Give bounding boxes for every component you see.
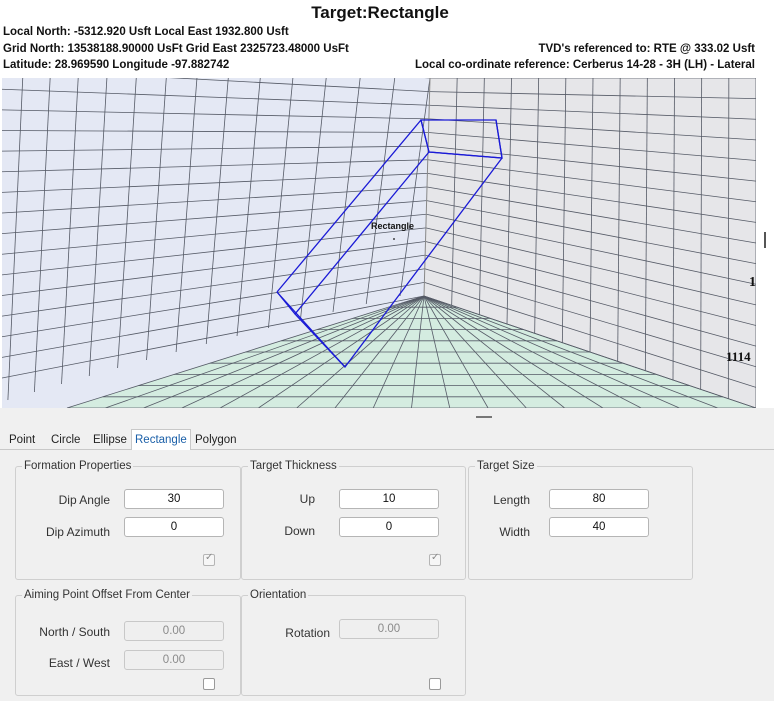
local-coordinates: Local North: -5312.920 Usft Local East 1… bbox=[3, 26, 289, 38]
target-3d-viewer: Target:Rectangle Local North: -5312.920 … bbox=[0, 0, 774, 410]
tab-point[interactable]: Point bbox=[9, 432, 35, 449]
tab-circle[interactable]: Circle bbox=[51, 432, 80, 449]
splitter-grip-icon[interactable] bbox=[476, 416, 492, 418]
3d-scene[interactable]: Rectangle 1 1114 bbox=[2, 78, 756, 408]
rotation-label: Rotation bbox=[285, 626, 330, 640]
check-icon: ✓ bbox=[431, 552, 440, 563]
group-title: Target Thickness bbox=[248, 460, 339, 472]
north-south-label: North / South bbox=[39, 625, 110, 639]
dip-angle-input[interactable] bbox=[124, 489, 224, 509]
east-west-input[interactable] bbox=[124, 650, 224, 670]
down-input[interactable] bbox=[339, 517, 439, 537]
down-label: Down bbox=[284, 524, 315, 538]
group-title: Aiming Point Offset From Center bbox=[22, 589, 192, 601]
offset-checkbox[interactable] bbox=[203, 678, 215, 690]
target-center-dot bbox=[393, 238, 395, 240]
target-shape-tabs: Point Circle Ellipse Rectangle Polygon bbox=[0, 429, 774, 450]
group-title: Target Size bbox=[475, 460, 537, 472]
axis-label: 1114 bbox=[726, 349, 751, 364]
group-title: Orientation bbox=[248, 589, 309, 601]
scroll-grip[interactable] bbox=[764, 232, 766, 248]
group-title: Formation Properties bbox=[22, 460, 134, 472]
aiming-point-offset-group: Aiming Point Offset From Center North / … bbox=[15, 589, 241, 696]
thickness-checkbox[interactable]: ✓ bbox=[429, 552, 441, 566]
splitter[interactable] bbox=[0, 408, 774, 424]
up-input[interactable] bbox=[339, 489, 439, 509]
tab-rectangle[interactable]: Rectangle bbox=[131, 429, 191, 450]
length-input[interactable] bbox=[549, 489, 649, 509]
grid-coordinates: Grid North: 13538188.90000 UsFt Grid Eas… bbox=[3, 43, 349, 55]
rotation-input[interactable] bbox=[339, 619, 439, 639]
length-label: Length bbox=[493, 493, 530, 507]
axis-label: 1 bbox=[749, 275, 756, 290]
north-south-input[interactable] bbox=[124, 621, 224, 641]
latitude-longitude: Latitude: 28.969590 Longitude -97.882742 bbox=[3, 59, 230, 71]
orientation-group: Orientation Rotation bbox=[241, 589, 466, 696]
tab-ellipse[interactable]: Ellipse bbox=[93, 432, 127, 449]
tvd-reference: TVD's referenced to: RTE @ 333.02 Usft bbox=[538, 43, 755, 55]
width-input[interactable] bbox=[549, 517, 649, 537]
tab-polygon[interactable]: Polygon bbox=[195, 432, 237, 449]
local-coordinate-reference: Local co-ordinate reference: Cerberus 14… bbox=[415, 59, 755, 71]
viewer-title: Target:Rectangle bbox=[311, 3, 449, 22]
target-label: Rectangle bbox=[371, 221, 414, 231]
check-icon: ✓ bbox=[205, 552, 214, 563]
formation-properties-group: Formation Properties Dip Angle Dip Azimu… bbox=[15, 460, 241, 580]
east-west-label: East / West bbox=[48, 656, 110, 670]
width-label: Width bbox=[499, 525, 530, 539]
dip-azimuth-input[interactable] bbox=[124, 517, 224, 537]
target-thickness-group: Target Thickness Up Down ✓ bbox=[241, 460, 466, 580]
orientation-checkbox[interactable] bbox=[429, 678, 441, 690]
target-size-group: Target Size Length Width bbox=[468, 460, 693, 580]
up-label: Up bbox=[299, 492, 315, 506]
formation-checkbox[interactable]: ✓ bbox=[203, 552, 215, 566]
dip-angle-label: Dip Angle bbox=[58, 493, 110, 507]
dip-azimuth-label: Dip Azimuth bbox=[45, 525, 110, 539]
